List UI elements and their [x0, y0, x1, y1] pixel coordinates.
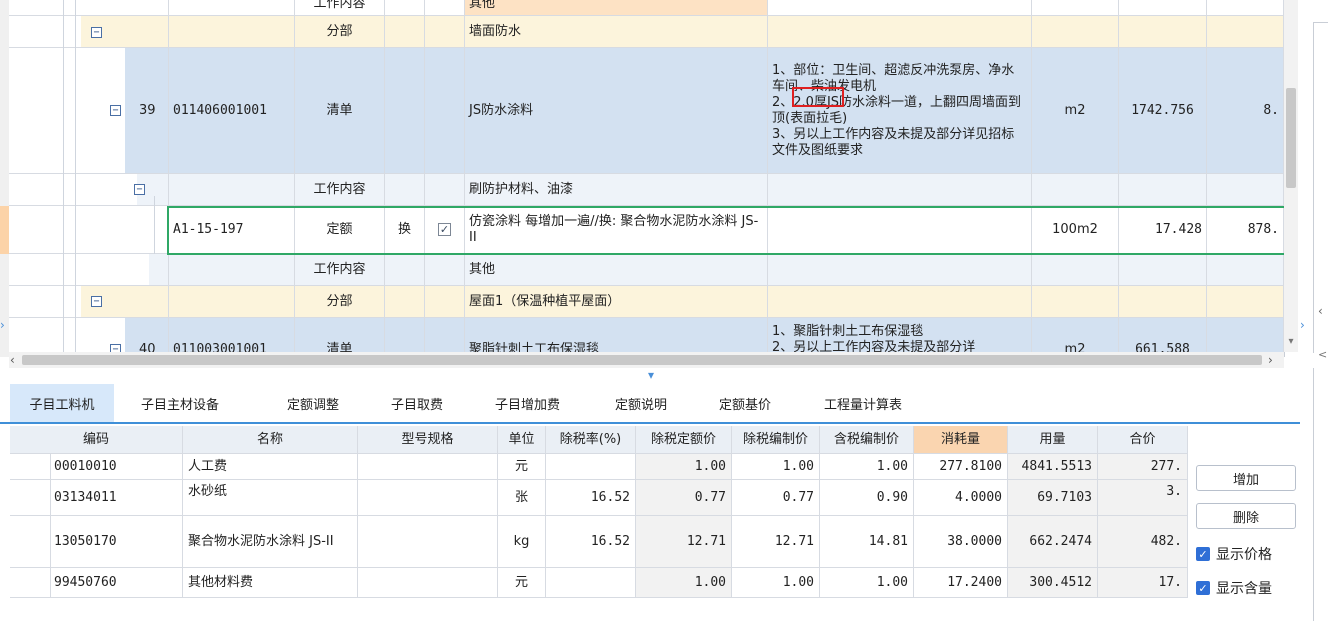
horizontal-scroll-thumb[interactable]: [22, 355, 1262, 365]
bill-grid: 工作内容 其他 分部 墙面防水 39 011406001001 清单 JS防水涂…: [9, 0, 1285, 357]
splitter-right-icon[interactable]: ›: [1300, 318, 1305, 332]
row-type: 分部: [295, 286, 385, 318]
table-row-item[interactable]: 39 011406001001 清单 JS防水涂料 1、部位：卫生间、超滤反冲洗…: [9, 48, 1284, 174]
tab-quantity-calc[interactable]: 工程量计算表: [808, 384, 918, 422]
row-name: 其他: [465, 0, 768, 16]
checkbox-checked-icon: ✓: [1196, 547, 1210, 561]
tree-line: [75, 0, 76, 357]
row-name: 其他: [465, 254, 768, 286]
scroll-right-icon[interactable]: ›: [1268, 354, 1278, 366]
row-code: A1-15-197: [169, 206, 295, 254]
table-row[interactable]: 13050170 聚合物水泥防水涂料 JS-II kg 16.52 12.71 …: [10, 516, 1188, 568]
table-row[interactable]: 03134011 水砂纸 张 16.52 0.77 0.77 0.90 4.00…: [10, 480, 1188, 516]
check-icon: ✓: [438, 222, 451, 236]
row-type: 分部: [295, 16, 385, 48]
col-total[interactable]: 合价: [1098, 426, 1188, 454]
row-quantity: 1742.756: [1119, 48, 1207, 174]
col-consumption[interactable]: 消耗量: [914, 426, 1008, 454]
scroll-down-icon[interactable]: ▾: [1286, 336, 1296, 348]
row-extra: 878.: [1207, 206, 1284, 254]
row-swap: 换: [385, 206, 425, 254]
detail-tabs: 子目工料机 子目主材设备 定额调整 子目取费 子目增加费 定额说明 定额基价 工…: [0, 384, 1300, 424]
row-checkbox[interactable]: ✓: [425, 206, 465, 254]
table-row[interactable]: 工作内容 其他: [9, 0, 1284, 16]
row-gutter: [50, 454, 51, 598]
col-usage[interactable]: 用量: [1008, 426, 1098, 454]
row-header-selected: [0, 206, 9, 254]
col-price-ex-tax[interactable]: 除税编制价: [732, 426, 820, 454]
col-tax-rate[interactable]: 除税率(%): [546, 426, 636, 454]
minus-box-icon[interactable]: −: [91, 27, 102, 38]
tab-base-price[interactable]: 定额基价: [700, 384, 790, 422]
splitter-down-icon[interactable]: ▾: [648, 368, 654, 382]
table-row[interactable]: 99450760 其他材料费 元 1.00 1.00 1.00 17.2400 …: [10, 568, 1188, 598]
tab-labor-material[interactable]: 子目工料机: [10, 384, 114, 422]
row-name: 屋面1（保温种植平屋面）: [465, 286, 768, 318]
splitter-left-icon[interactable]: ›: [0, 318, 5, 332]
col-quota-price[interactable]: 除税定额价: [636, 426, 732, 454]
row-type: 工作内容: [295, 254, 385, 286]
table-row-quota[interactable]: A1-15-197 定额 换 ✓ 仿瓷涂料 每增加一遍//换: 聚合物水泥防水涂…: [9, 206, 1284, 254]
row-name: 刷防护材料、油漆: [465, 174, 768, 206]
add-button[interactable]: 增加: [1196, 465, 1296, 491]
row-unit: m2: [1032, 48, 1119, 174]
show-price-checkbox[interactable]: ✓ 显示价格: [1196, 544, 1272, 564]
tree-line: [63, 0, 64, 357]
tab-extra-fee[interactable]: 子目增加费: [480, 384, 575, 422]
col-spec[interactable]: 型号规格: [358, 426, 498, 454]
row-code: 011406001001: [169, 48, 295, 174]
minus-box-icon[interactable]: −: [110, 105, 121, 116]
table-row-section[interactable]: 分部 墙面防水: [9, 16, 1284, 48]
col-price-inc-tax[interactable]: 含税编制价: [820, 426, 914, 454]
vertical-scroll-thumb[interactable]: [1286, 88, 1296, 188]
row-type: 工作内容: [295, 0, 385, 16]
tab-quota-notes[interactable]: 定额说明: [596, 384, 686, 422]
row-description: 1、部位：卫生间、超滤反冲洗泵房、净水车间、柴油发电机 2、2.0厚JS防水涂料…: [768, 48, 1032, 174]
col-unit[interactable]: 单位: [498, 426, 546, 454]
table-row-content[interactable]: 工作内容 其他: [9, 254, 1284, 286]
scroll-left-icon[interactable]: ‹: [10, 354, 20, 366]
show-price-label: 显示价格: [1216, 547, 1272, 563]
show-content-checkbox[interactable]: ✓ 显示含量: [1196, 578, 1272, 598]
row-type: 定额: [295, 206, 385, 254]
annotation-highlight: [792, 87, 844, 107]
panel-collapse-icon[interactable]: ‹: [1318, 304, 1323, 318]
row-number: 39: [125, 48, 169, 174]
row-name: 仿瓷涂料 每增加一遍//换: 聚合物水泥防水涂料 JS-II: [465, 206, 768, 254]
side-panel: [1313, 368, 1328, 621]
row-name: 墙面防水: [465, 16, 768, 48]
tab-main-equipment[interactable]: 子目主材设备: [128, 384, 232, 422]
resource-grid: 编码 名称 型号规格 单位 除税率(%) 除税定额价 除税编制价 含税编制价 消…: [10, 426, 1188, 601]
table-row-content[interactable]: 工作内容 刷防护材料、油漆: [9, 174, 1284, 206]
row-name: JS防水涂料: [465, 48, 768, 174]
minus-box-icon[interactable]: −: [91, 296, 102, 307]
tab-quota-adjust[interactable]: 定额调整: [268, 384, 358, 422]
row-quantity: 17.428: [1119, 206, 1207, 254]
col-name[interactable]: 名称: [183, 426, 358, 454]
checkbox-checked-icon: ✓: [1196, 581, 1210, 595]
show-content-label: 显示含量: [1216, 581, 1272, 597]
table-row-section[interactable]: 分部 屋面1（保温种植平屋面）: [9, 286, 1284, 318]
tab-fee[interactable]: 子目取费: [372, 384, 462, 422]
table-header: 编码 名称 型号规格 单位 除税率(%) 除税定额价 除税编制价 含税编制价 消…: [10, 426, 1188, 454]
col-code[interactable]: 编码: [10, 426, 183, 454]
tree-line: [154, 196, 155, 254]
delete-button[interactable]: 删除: [1196, 503, 1296, 529]
minus-box-icon[interactable]: −: [134, 184, 145, 195]
row-type: 工作内容: [295, 174, 385, 206]
row-unit: 100m2: [1032, 206, 1119, 254]
table-row[interactable]: 00010010 人工费 元 1.00 1.00 1.00 277.8100 4…: [10, 454, 1188, 480]
row-extra: 8.: [1207, 48, 1284, 174]
panel-expand-icon[interactable]: <: [1318, 348, 1327, 361]
row-type: 清单: [295, 48, 385, 174]
